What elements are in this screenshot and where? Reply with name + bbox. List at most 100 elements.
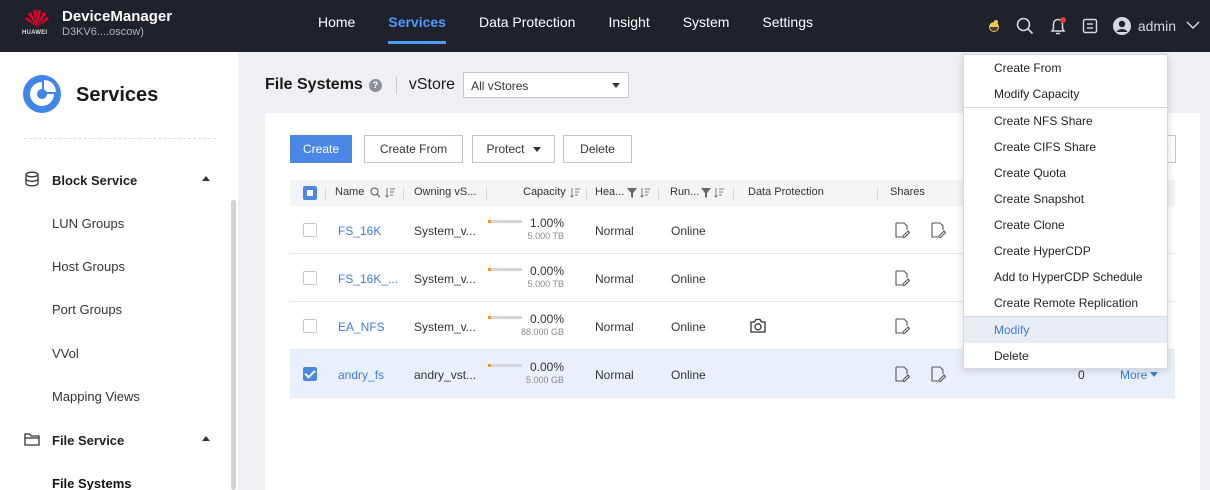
task-list-icon[interactable] [1082,18,1098,34]
column-running-status[interactable]: Run... [670,186,699,198]
chevron-down-icon[interactable] [1186,19,1200,33]
sidebar-item-mapping-views[interactable]: Mapping Views [52,389,140,404]
camera-icon[interactable] [750,318,766,336]
sidebar-item-vvol[interactable]: VVol [52,346,79,361]
running-status: Online [671,320,706,334]
owning-vstore: System_v... [414,320,476,334]
search-icon[interactable] [370,187,381,201]
create-button[interactable]: Create [290,135,352,163]
capacity-cell: 0.00% 5.000 GB [488,350,564,398]
nav-home[interactable]: Home [318,0,355,52]
column-name[interactable]: Name [335,186,364,198]
user-avatar-icon[interactable] [1112,16,1132,36]
share-edit-icon[interactable] [930,222,947,241]
sort-icon[interactable] [385,187,395,201]
row-checkbox[interactable] [303,223,317,237]
menu-item-modify-capacity[interactable]: Modify Capacity [964,81,1167,107]
health-status: Normal [595,320,634,334]
menu-item-create-hypercdp[interactable]: Create HyperCDP [964,238,1167,264]
capacity-bar [488,268,522,271]
filter-icon[interactable] [701,187,711,201]
menu-item-add-to-hypercdp-schedule[interactable]: Add to HyperCDP Schedule [964,264,1167,290]
running-status: Online [671,272,706,286]
column-shares[interactable]: Shares [890,186,925,198]
chevron-down-icon [533,147,541,152]
nav-data-protection[interactable]: Data Protection [479,0,576,52]
sidebar-group-block-service[interactable]: Block Service [24,168,214,192]
sidebar-item-lun-groups[interactable]: LUN Groups [52,216,124,231]
nav-services[interactable]: Services [388,0,446,52]
notification-bell-icon[interactable] [1048,16,1068,36]
menu-item-create-snapshot[interactable]: Create Snapshot [964,186,1167,212]
more-actions-link[interactable]: More [1120,368,1159,382]
row-checkbox[interactable] [303,319,317,333]
menu-item-delete[interactable]: Delete [964,343,1167,369]
sort-icon[interactable] [570,187,580,201]
capacity-bar-fill [488,268,491,271]
capacity-bar-fill [488,316,491,319]
share-edit-icon[interactable] [894,222,911,241]
capacity-bar-fill [488,364,491,367]
sidebar: Services Block Service LUN Groups Host G… [0,52,238,490]
filter-icon[interactable] [627,187,637,201]
select-all-checkbox[interactable] [303,186,317,200]
column-divider [486,187,487,199]
sidebar-item-file-systems[interactable]: File Systems [52,476,132,490]
sidebar-item-host-groups[interactable]: Host Groups [52,259,125,274]
sidebar-group-file-service[interactable]: File Service [24,428,214,452]
health-status: Normal [595,224,634,238]
protect-button[interactable]: Protect [472,135,555,163]
sidebar-scrollbar[interactable] [231,200,236,490]
health-status: Normal [595,368,634,382]
menu-item-create-remote-replication[interactable]: Create Remote Replication [964,290,1167,316]
fs-name-link[interactable]: FS_16K [338,224,381,238]
menu-item-create-quota[interactable]: Create Quota [964,160,1167,186]
info-icon[interactable]: ? [368,78,382,92]
capacity-total: 5.000 GB [525,375,564,385]
column-capacity[interactable]: Capacity [523,186,566,198]
fs-name-link[interactable]: FS_16K_... [338,272,398,286]
chevron-down-icon [1150,372,1159,377]
sort-icon[interactable] [640,187,650,201]
share-edit-icon[interactable] [894,318,911,337]
sort-icon[interactable] [714,187,724,201]
chevron-down-icon [612,83,621,88]
menu-item-create-from[interactable]: Create From [964,55,1167,81]
nav-settings[interactable]: Settings [762,0,813,52]
menu-item-modify[interactable]: Modify [964,317,1167,343]
fs-name-link[interactable]: andry_fs [338,368,384,382]
owning-vstore: System_v... [414,224,476,238]
collapse-caret-icon[interactable] [202,176,210,181]
sidebar-group-label: Block Service [52,172,138,188]
collapse-caret-icon[interactable] [202,436,210,441]
vstore-select[interactable]: All vStores [463,72,630,98]
page-title: File Systems [265,76,363,93]
owning-vstore: System_v... [414,272,476,286]
column-data-protection[interactable]: Data Protection [748,186,824,198]
search-icon[interactable] [1016,17,1034,35]
menu-item-create-cifs-share[interactable]: Create CIFS Share [964,134,1167,160]
fs-name-link[interactable]: EA_NFS [338,320,385,334]
nav-insight[interactable]: Insight [608,0,649,52]
create-from-button[interactable]: Create From [364,135,463,163]
running-status: Online [671,368,706,382]
nav-system[interactable]: System [683,0,730,52]
health-status: Normal [595,272,634,286]
menu-item-create-nfs-share[interactable]: Create NFS Share [964,108,1167,134]
protect-button-label: Protect [486,142,525,156]
username[interactable]: admin [1138,18,1176,34]
brand[interactable]: HUAWEI DeviceManager D3KV6....oscow) [22,8,172,39]
column-owning-vstore[interactable]: Owning vS... [414,186,476,198]
capacity-bar [488,316,522,319]
sidebar-item-port-groups[interactable]: Port Groups [52,302,122,317]
menu-item-create-clone[interactable]: Create Clone [964,212,1167,238]
share-edit-icon[interactable] [894,366,911,385]
row-checkbox[interactable] [303,367,317,381]
theme-icon[interactable] [986,18,1002,34]
share-edit-icon[interactable] [894,270,911,289]
row-checkbox[interactable] [303,271,317,285]
delete-button[interactable]: Delete [563,135,632,163]
column-health[interactable]: Hea... [595,186,624,198]
capacity-total: 88.000 GB [520,327,564,337]
share-edit-icon[interactable] [930,366,947,385]
